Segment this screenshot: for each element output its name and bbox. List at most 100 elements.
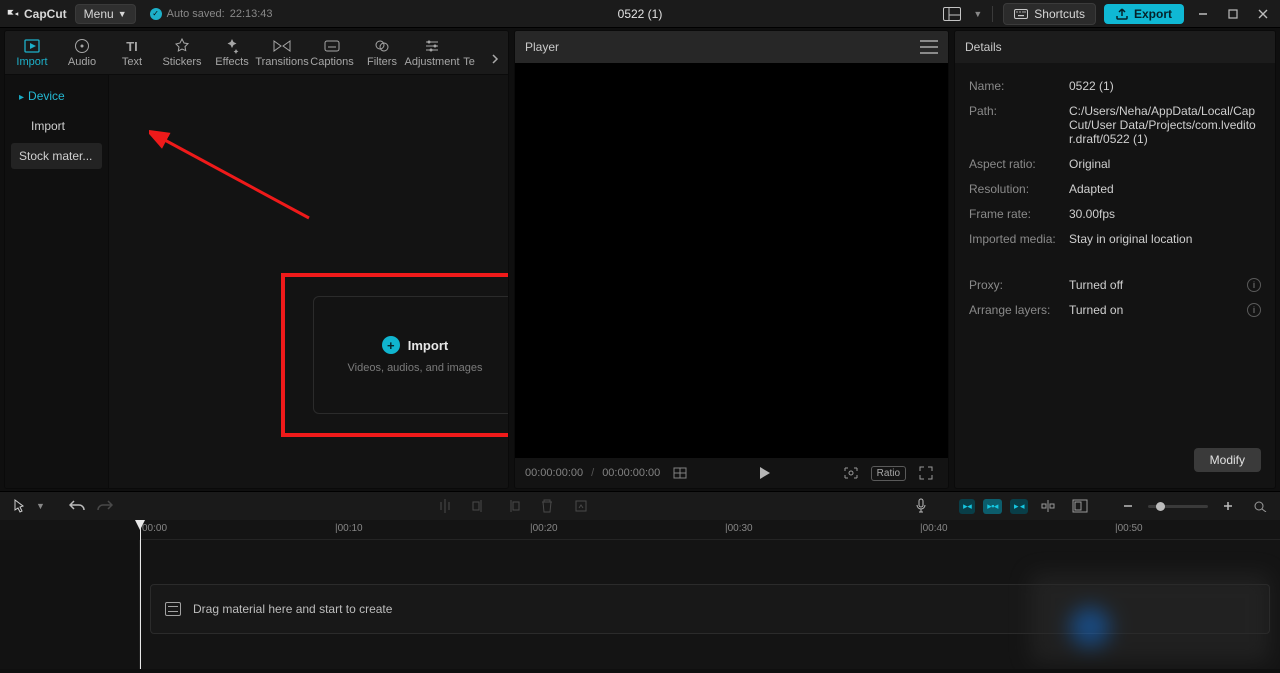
- detail-label: Name:: [969, 79, 1061, 93]
- export-label: Export: [1134, 7, 1172, 21]
- chevron-down-icon[interactable]: ▼: [973, 9, 982, 19]
- fullscreen-button[interactable]: [914, 462, 938, 484]
- sidebar-item-device[interactable]: ▸Device: [11, 83, 102, 109]
- sidebar-item-stock[interactable]: Stock mater...: [11, 143, 102, 169]
- detail-row-proxy: Proxy:Turned offi: [969, 278, 1261, 292]
- shortcuts-button[interactable]: Shortcuts: [1003, 3, 1096, 25]
- filters-icon: [374, 38, 390, 54]
- chevron-down-icon[interactable]: ▼: [36, 501, 45, 511]
- time-total: 00:00:00:00: [602, 467, 660, 479]
- modify-button[interactable]: Modify: [1194, 448, 1261, 472]
- detail-row-layers: Arrange layers:Turned oni: [969, 303, 1261, 317]
- delete-right-button[interactable]: [501, 495, 525, 517]
- zoom-in-button[interactable]: [1216, 495, 1240, 517]
- tab-adjustment[interactable]: Adjustment: [407, 34, 457, 74]
- tab-stickers[interactable]: Stickers: [157, 34, 207, 74]
- tab-transitions[interactable]: Transitions: [257, 34, 307, 74]
- tab-text[interactable]: TI Text: [107, 34, 157, 74]
- tab-captions[interactable]: Captions: [307, 34, 357, 74]
- detail-row-path: Path:C:/Users/Neha/AppData/Local/CapCut/…: [969, 104, 1261, 146]
- tabs-more-button[interactable]: [484, 44, 506, 74]
- undo-button[interactable]: [65, 495, 89, 517]
- bullet-icon: ▸: [19, 92, 24, 103]
- detail-label: Proxy:: [969, 278, 1061, 292]
- close-button[interactable]: [1252, 4, 1274, 24]
- titlebar: CapCut Menu ▼ ✓ Auto saved: 22:13:43 052…: [0, 0, 1280, 28]
- info-icon[interactable]: i: [1247, 278, 1261, 292]
- capcut-logo-icon: [6, 7, 20, 21]
- info-icon[interactable]: i: [1247, 303, 1261, 317]
- layout-button[interactable]: [939, 4, 965, 24]
- track-gutter: [0, 540, 140, 669]
- minimize-button[interactable]: [1192, 4, 1214, 24]
- shortcuts-label: Shortcuts: [1034, 7, 1085, 21]
- timeline-ruler[interactable]: 00:00 |00:10 |00:20 |00:30 |00:40 |00:50: [140, 520, 1280, 540]
- record-vo-button[interactable]: [909, 495, 933, 517]
- tab-import[interactable]: Import: [7, 34, 57, 74]
- cover-button[interactable]: [1068, 495, 1092, 517]
- details-header: Details: [955, 31, 1275, 63]
- zoom-out-button[interactable]: [1116, 495, 1140, 517]
- import-dropzone[interactable]: + Import Videos, audios, and images: [313, 296, 509, 414]
- media-panel: Import Audio TI Text Stickers Effects Tr…: [4, 30, 509, 489]
- quality-button[interactable]: [668, 462, 692, 484]
- snap-main-button[interactable]: ▸◂: [959, 499, 975, 514]
- chevron-down-icon: ▼: [118, 9, 127, 19]
- split-button[interactable]: [433, 495, 457, 517]
- detail-row-name: Name:0522 (1): [969, 79, 1261, 93]
- tab-label: Filters: [367, 56, 397, 68]
- player-menu-button[interactable]: [920, 40, 938, 54]
- import-title: Import: [408, 338, 448, 353]
- redo-button[interactable]: [93, 495, 117, 517]
- sidebar-item-import[interactable]: Import: [11, 113, 102, 139]
- text-icon: TI: [126, 38, 138, 54]
- detail-label: Aspect ratio:: [969, 157, 1061, 171]
- player-viewport[interactable]: [515, 63, 948, 458]
- ruler-mark: |00:50: [1115, 523, 1143, 534]
- detail-value: Turned on: [1069, 303, 1239, 317]
- tab-audio[interactable]: Audio: [57, 34, 107, 74]
- detail-value: Adapted: [1069, 182, 1261, 196]
- timeline-drop-hint[interactable]: Drag material here and start to create: [150, 584, 1270, 634]
- details-title: Details: [965, 40, 1002, 54]
- snap-track-button[interactable]: ▸▪◂: [983, 499, 1002, 514]
- zoom-slider[interactable]: [1148, 505, 1208, 508]
- chevron-right-icon: [490, 54, 500, 64]
- export-button[interactable]: Export: [1104, 4, 1184, 24]
- tab-label: Captions: [310, 56, 353, 68]
- adjustment-icon: [424, 38, 440, 54]
- crop-button[interactable]: [569, 495, 593, 517]
- tab-filters[interactable]: Filters: [357, 34, 407, 74]
- scan-button[interactable]: [839, 462, 863, 484]
- timeline-body[interactable]: 00:00 |00:10 |00:20 |00:30 |00:40 |00:50…: [0, 520, 1280, 669]
- zoom-thumb[interactable]: [1156, 502, 1165, 511]
- maximize-button[interactable]: [1222, 4, 1244, 24]
- film-icon: [165, 602, 181, 616]
- import-icon: [24, 38, 40, 54]
- tab-label: Audio: [68, 56, 96, 68]
- menu-button[interactable]: Menu ▼: [75, 4, 136, 24]
- ratio-button[interactable]: Ratio: [871, 466, 906, 481]
- time-separator: /: [591, 467, 594, 479]
- play-button[interactable]: [753, 462, 777, 484]
- ruler-mark: |00:20: [530, 523, 558, 534]
- modify-label: Modify: [1210, 453, 1245, 467]
- delete-left-button[interactable]: [467, 495, 491, 517]
- select-tool[interactable]: [8, 495, 32, 517]
- detail-label: Path:: [969, 104, 1061, 146]
- import-subtitle: Videos, audios, and images: [348, 362, 483, 374]
- preview-axis-button[interactable]: [1036, 495, 1060, 517]
- ratio-label: Ratio: [877, 468, 900, 479]
- stickers-icon: [174, 38, 190, 54]
- timeline-toolbar: ▼ ▸◂ ▸▪◂ ▸ ◂: [0, 492, 1280, 520]
- snap-off-button[interactable]: ▸ ◂: [1010, 499, 1028, 514]
- tab-label: Transitions: [255, 56, 308, 68]
- effects-icon: [224, 38, 240, 54]
- tab-effects[interactable]: Effects: [207, 34, 257, 74]
- detail-value: 30.00fps: [1069, 207, 1261, 221]
- annotation-arrow: [149, 130, 319, 225]
- tab-templates-partial[interactable]: Te: [457, 34, 481, 74]
- zoom-fit-button[interactable]: [1248, 495, 1272, 517]
- project-title: 0522 (1): [618, 7, 663, 21]
- delete-button[interactable]: [535, 495, 559, 517]
